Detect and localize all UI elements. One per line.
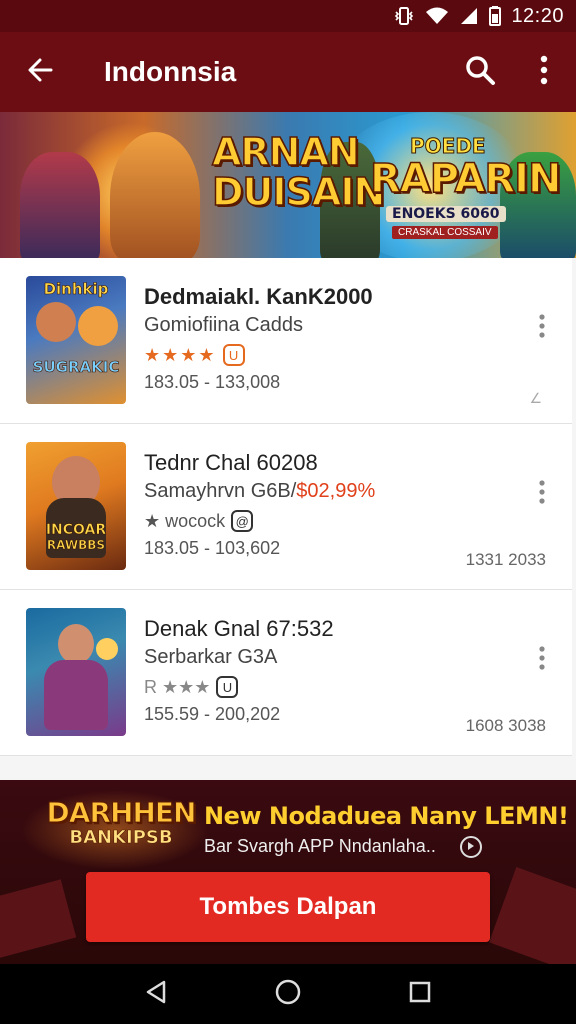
promo-logo-line1: DARHHEN	[46, 796, 197, 830]
list-item[interactable]: Dinhkip SUGRAKIC Dedmaiakl. KanK2000 Gom…	[0, 258, 572, 424]
nav-recents-icon	[408, 980, 432, 1009]
item-more-button[interactable]	[528, 640, 556, 680]
ad-info-button[interactable]	[460, 836, 482, 858]
app-thumbnail: INCOAR RAWBBS	[26, 442, 126, 570]
thumbnail-label: INCOAR	[45, 522, 107, 539]
star-rating: ★★★★	[144, 344, 217, 365]
cta-button[interactable]: Tombes Dalpan	[86, 872, 490, 942]
thumbnail-label: RAWBBS	[46, 538, 106, 553]
promo-decoration	[489, 867, 576, 964]
nav-home-icon	[274, 978, 302, 1011]
item-installs: 183.05 - 103,602	[144, 538, 281, 558]
flag-icon: ∠	[529, 390, 542, 406]
signal-icon	[459, 6, 479, 26]
rating-text: ★ wocock	[144, 510, 226, 531]
nav-back-icon	[144, 979, 168, 1010]
vibrate-icon	[393, 6, 415, 26]
thumbnail-label: Dinhkip	[43, 280, 109, 299]
search-button[interactable]	[448, 32, 512, 112]
item-installs: 155.59 - 200,202	[144, 704, 281, 724]
promo-banner: DARHHEN BANKIPSB New Nodaduea Nany LEMN!…	[0, 780, 576, 964]
item-installs: 183.05 - 133,008	[144, 372, 281, 392]
item-subtitle-text: Samayhrvn G6B/	[144, 480, 297, 502]
nav-home-button[interactable]	[258, 964, 318, 1024]
rating-text: R ★★★	[144, 676, 211, 697]
hero-character-warrior	[20, 152, 100, 258]
promo-subtext: Bar Svargh APP Nndanlaha..	[204, 836, 436, 856]
thumbnail-art	[58, 624, 94, 664]
page-title: Indonnsia	[104, 56, 237, 87]
item-subtitle-text: Serbarkar G3A	[144, 646, 278, 668]
app-thumbnail: Dinhkip SUGRAKIC	[26, 276, 126, 404]
item-meta: 1331 2033	[465, 550, 546, 569]
promo-logo: DARHHEN BANKIPSB	[46, 796, 197, 866]
hero-title-left-1: ARNAN	[211, 130, 360, 174]
app-screen: 12:20 Indonnsia ARNAN DUISAIN POEDE RAPA…	[0, 0, 576, 1024]
content-rating-badge: U	[222, 344, 245, 366]
more-vert-icon	[540, 55, 548, 90]
back-arrow-icon	[26, 56, 54, 89]
status-bar: 12:20	[0, 0, 576, 32]
item-title: Tednr Chal 60208	[144, 450, 318, 475]
hero-title-right-big: RAPARIN	[369, 155, 562, 203]
thumbnail-art	[78, 306, 118, 346]
item-subtitle: Samayhrvn G6B/$02,99%	[144, 480, 375, 503]
more-vert-icon	[539, 645, 545, 675]
hero-title-right-small: POEDE	[410, 134, 487, 159]
item-more-button[interactable]	[528, 308, 556, 348]
battery-icon	[489, 6, 502, 26]
nav-recents-button[interactable]	[390, 964, 450, 1024]
app-list: Dinhkip SUGRAKIC Dedmaiakl. KanK2000 Gom…	[0, 258, 576, 756]
hero-title-left-2: DUISAIN	[211, 170, 386, 214]
app-bar: Indonnsia	[0, 32, 576, 112]
app-thumbnail	[26, 608, 126, 736]
item-title: Dedmaiakl. KanK2000	[144, 284, 373, 309]
item-rating: ★ wocock @	[144, 510, 254, 532]
thumbnail-label: SUGRAKIC	[32, 358, 120, 377]
back-button[interactable]	[0, 32, 80, 112]
item-rating: R ★★★ U	[144, 676, 239, 698]
system-nav-bar	[0, 964, 576, 1024]
item-rating: ★★★★ U	[144, 344, 245, 366]
item-title: Denak Gnal 67:532	[144, 616, 334, 641]
item-subtitle: Serbarkar G3A	[144, 646, 277, 669]
thumbnail-art	[44, 660, 108, 730]
item-meta: 1608 3038	[465, 716, 546, 735]
search-icon	[464, 54, 496, 91]
ad-choices-icon	[466, 838, 476, 856]
item-subtitle-text: Gomiofiina Cadds	[144, 314, 303, 336]
list-item[interactable]: INCOAR RAWBBS Tednr Chal 60208 Samayhrvn…	[0, 424, 572, 590]
promo-headline: New Nodaduea Nany LEMN!	[204, 802, 569, 830]
nav-back-button[interactable]	[126, 964, 186, 1024]
hero-character-fox	[110, 132, 200, 258]
list-item[interactable]: Denak Gnal 67:532 Serbarkar G3A R ★★★ U …	[0, 590, 572, 756]
hero-banner[interactable]: ARNAN DUISAIN POEDE RAPARIN ENOEKS 6060 …	[0, 112, 576, 258]
content-rating-badge: U	[216, 676, 239, 698]
item-subtitle: Gomiofiina Cadds	[144, 314, 303, 337]
more-vert-icon	[539, 479, 545, 509]
more-vert-icon	[539, 313, 545, 343]
item-price: $02,99%	[296, 480, 376, 502]
hero-plate: CRASKAL COSSAIV	[392, 226, 498, 239]
hero-tag: ENOEKS 6060	[386, 206, 506, 222]
content-rating-badge: @	[231, 510, 254, 532]
item-more-button[interactable]	[528, 474, 556, 514]
thumbnail-art	[36, 302, 76, 342]
overflow-menu-button[interactable]	[512, 32, 576, 112]
wifi-icon	[425, 6, 449, 26]
status-time: 12:20	[511, 4, 564, 27]
thumbnail-art	[96, 638, 118, 660]
promo-decoration	[0, 879, 77, 961]
promo-logo-line2: BANKIPSB	[69, 827, 173, 849]
